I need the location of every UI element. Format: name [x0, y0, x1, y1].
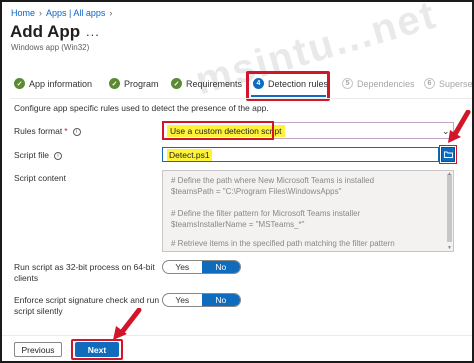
step-supersede[interactable]: 6 Supersede [424, 78, 473, 89]
step-dependencies[interactable]: 5 Dependencies [342, 78, 415, 89]
breadcrumb-home[interactable]: Home [11, 8, 35, 18]
check-icon: ✓ [171, 78, 182, 89]
page-title: Add App [10, 22, 81, 41]
script-file-label-text: Script file [14, 150, 49, 160]
annotation-box-active-step [246, 71, 330, 101]
info-icon[interactable]: i [53, 151, 62, 160]
script-line: # Define the path where New Microsoft Te… [171, 176, 375, 185]
step-label: Program [124, 78, 159, 89]
step-app-information[interactable]: ✓ App information [14, 78, 92, 89]
section-description: Configure app specific rules used to det… [14, 103, 269, 113]
rules-format-label: Rules format * i [14, 126, 81, 136]
run-32bit-label: Run script as 32-bit process on 64-bit c… [14, 262, 155, 284]
chevron-right-icon: › [109, 8, 113, 18]
script-content-label: Script content [14, 173, 66, 183]
annotation-arrow-icon [448, 110, 471, 143]
script-file-label: Script file i [14, 150, 62, 160]
required-mark: * [64, 126, 68, 136]
page-subtitle: Windows app (Win32) [11, 43, 90, 52]
scroll-up-icon[interactable]: ▲ [447, 171, 452, 177]
run-32bit-label-line: clients [14, 273, 39, 283]
toggle-yes[interactable]: Yes [163, 261, 202, 273]
script-line: $teamsPath = "C:\Program Files\WindowsAp… [171, 187, 342, 196]
script-file-value: Detect.ps1 [167, 149, 212, 161]
footer-divider [2, 335, 472, 336]
breadcrumb-apps[interactable]: Apps | All apps [46, 8, 105, 18]
step-program[interactable]: ✓ Program [109, 78, 159, 89]
toggle-no[interactable]: No [201, 294, 240, 306]
enforce-signature-label-line: Enforce script signature check and run [14, 295, 160, 305]
step-number-icon: 6 [424, 78, 435, 89]
toggle-no[interactable]: No [201, 261, 240, 273]
run-32bit-label-line: Run script as 32-bit process on 64-bit [14, 262, 155, 272]
script-line: # Retrieve items in the specified path m… [171, 239, 395, 248]
rules-format-label-text: Rules format [14, 126, 63, 136]
step-number-icon: 5 [342, 78, 353, 89]
step-label: Dependencies [357, 78, 415, 89]
breadcrumb: Home › Apps | All apps › [11, 8, 112, 18]
info-icon[interactable]: i [72, 127, 81, 136]
annotation-arrow-icon [113, 308, 142, 340]
toggle-yes[interactable]: Yes [163, 294, 202, 306]
step-label: Requirements [186, 78, 243, 89]
divider [10, 98, 472, 99]
check-icon: ✓ [14, 78, 25, 89]
scrollbar[interactable]: ▲ ▼ [445, 171, 453, 251]
annotation-box-next [71, 339, 123, 360]
app-window: msintu...net Home › Apps | All apps › Ad… [0, 0, 474, 363]
run-32bit-toggle[interactable]: Yes No [162, 260, 241, 274]
annotation-box-rules-format [162, 121, 274, 140]
scrollbar-thumb[interactable] [447, 174, 452, 242]
check-icon: ✓ [109, 78, 120, 89]
scroll-down-icon[interactable]: ▼ [447, 245, 452, 251]
step-label: App information [29, 78, 93, 89]
script-line: # Define the filter pattern for Microsof… [171, 209, 361, 218]
more-options-icon[interactable]: ... [86, 24, 100, 39]
step-requirements[interactable]: ✓ Requirements [171, 78, 242, 89]
annotation-box-browse [439, 145, 457, 164]
script-content-textarea[interactable]: # Define the path where New Microsoft Te… [162, 170, 454, 252]
chevron-right-icon: › [39, 8, 43, 18]
script-line: $teamsInstallerName = "MSTeams_*" [171, 220, 305, 229]
step-label: Supersede [439, 78, 473, 89]
previous-button[interactable]: Previous [14, 342, 62, 357]
enforce-signature-toggle[interactable]: Yes No [162, 293, 241, 307]
